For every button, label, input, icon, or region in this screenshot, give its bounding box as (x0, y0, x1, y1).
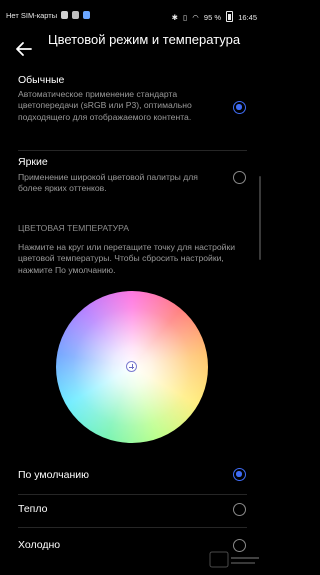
section-title-color-temperature: ЦВЕТОВАЯ ТЕМПЕРАТУРА (18, 223, 130, 233)
page-title: Цветовой режим и температура (48, 32, 241, 47)
color-mode-option-vivid[interactable]: Яркие Применение широкой цветовой палитр… (0, 154, 265, 204)
radio-unselected[interactable] (233, 503, 246, 516)
option-description: Автоматическое применение стандарта цвет… (18, 89, 192, 122)
vibrate-icon: ▯ (183, 13, 188, 22)
battery-percent: 95 % (203, 13, 222, 22)
section-description: Нажмите на круг или перетащите точку для… (18, 242, 236, 275)
sim-icon (61, 11, 69, 19)
crosshair-icon[interactable] (126, 361, 137, 372)
app-header: Цветовой режим и температура (0, 30, 265, 70)
notification-icon (72, 11, 80, 19)
divider (18, 150, 247, 151)
divider (18, 527, 247, 528)
status-left: Нет SIM-карты (6, 11, 91, 20)
status-bar: Нет SIM-карты ✱ ▯ ◠ 95 % 16:45 (0, 0, 265, 30)
option-title: Яркие (18, 156, 48, 168)
status-right: ✱ ▯ ◠ 95 % 16:45 (169, 11, 257, 22)
scrollbar[interactable] (259, 176, 261, 260)
option-label: По умолчанию (18, 469, 90, 481)
option-label: Тепло (18, 503, 48, 515)
app-notification-icon (83, 11, 91, 19)
option-label: Холодно (18, 539, 61, 551)
temperature-option-default[interactable]: По умолчанию (0, 462, 265, 490)
sim-status-text: Нет SIM-карты (6, 11, 58, 20)
divider (18, 494, 247, 495)
radio-unselected[interactable] (233, 171, 246, 184)
arrow-left-icon[interactable] (14, 39, 34, 59)
wifi-icon: ◠ (192, 13, 199, 22)
bluetooth-icon: ✱ (171, 13, 178, 22)
option-title: Обычные (18, 74, 65, 86)
battery-icon (226, 11, 234, 22)
option-description: Применение широкой цветовой палитры для … (18, 172, 198, 194)
color-mode-option-normal[interactable]: Обычные Автоматическое применение станда… (0, 72, 265, 150)
clock: 16:45 (238, 13, 257, 22)
radio-selected[interactable] (233, 101, 246, 114)
temperature-option-warm[interactable]: Тепло (0, 496, 265, 524)
radio-selected[interactable] (233, 468, 246, 481)
watermark-logo-icon (209, 551, 259, 568)
